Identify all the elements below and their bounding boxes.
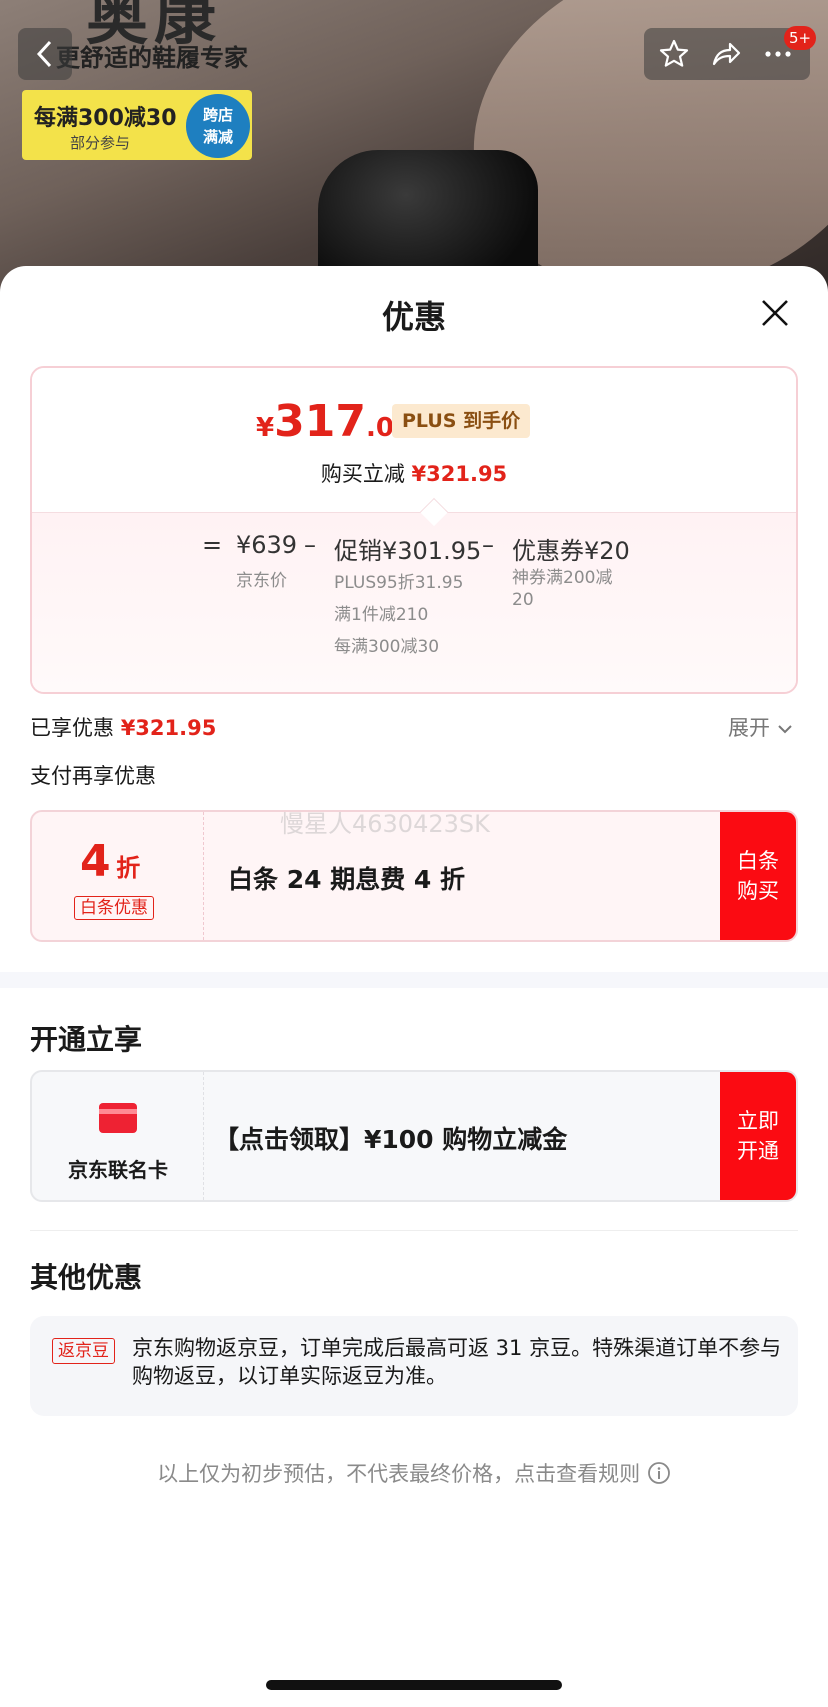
enjoyed-label: 已享优惠 [30, 716, 114, 740]
sheet-title: 优惠 [381, 298, 446, 336]
plus-price-tag: PLUS 到手价 [392, 404, 531, 438]
jd-price: ¥639 [236, 531, 298, 559]
jingdou-info-box: 返京豆 京东购物返京豆，订单完成后最高可返 31 京豆。特殊渠道订单不参与购物返… [30, 1316, 798, 1416]
notification-badge: 5+ [784, 26, 816, 50]
price-integer: 317 [274, 396, 366, 447]
baitiao-discount-badge: 4 折 白条优惠 [32, 812, 204, 940]
section-divider [0, 972, 828, 988]
baitiao-buy-button[interactable]: 白条 购买 [720, 812, 796, 940]
price-breakdown-card: ¥317.05 PLUS 到手价 购买立减 ¥321.95 = ¥639 京东价… [30, 366, 798, 694]
cobrand-card-name: 京东联名卡 [68, 1158, 168, 1182]
promo-details: PLUS95折31.95 满1件减210 每满300减30 [334, 567, 463, 663]
home-indicator [266, 1680, 562, 1690]
promo-sub-text: 部分参与 [70, 134, 131, 152]
rules-footnote[interactable]: 以上仅为初步预估，不代表最终价格，点击查看规则 [0, 1458, 828, 1488]
calc-equals: = [202, 531, 223, 559]
promo-badge: 每满300减30 部分参与 跨店 满减 [22, 90, 252, 160]
cobrand-desc-area: 【点击领取】¥100 购物立减金 [204, 1072, 720, 1200]
promo-circle: 跨店 满减 [186, 94, 250, 158]
other-section-title: 其他优惠 [30, 1261, 143, 1294]
baitiao-coupon[interactable]: 4 折 白条优惠 慢星人4630423SK 白条 24 期息费 4 折 白条 购… [30, 810, 798, 942]
baitiao-buy-line1: 白条 [737, 849, 779, 873]
credit-card-icon [99, 1103, 137, 1133]
promo-circle-line2: 满减 [202, 128, 233, 146]
open-now-line1: 立即 [737, 1109, 779, 1133]
close-icon[interactable] [758, 296, 792, 330]
promo-main-text: 每满300减30 [34, 106, 177, 131]
rules-footnote-text: 以上仅为初步预估，不代表最终价格，点击查看规则 [157, 1462, 641, 1486]
brand-slogan: 更舒适的鞋履专家 [56, 44, 248, 72]
info-icon [647, 1462, 670, 1484]
price-currency: ¥ [256, 413, 275, 443]
instant-reduce-line: 购买立减 ¥321.95 [32, 458, 796, 488]
watermark-text: 慢星人4630423SK [280, 810, 490, 838]
baitiao-desc: 白条 24 期息费 4 折 [228, 865, 466, 894]
promo-detail-item: PLUS95折31.95 [334, 573, 464, 593]
cobrand-desc: 【点击领取】¥100 购物立减金 [214, 1125, 568, 1154]
baitiao-desc-area: 慢星人4630423SK 白条 24 期息费 4 折 [204, 812, 720, 940]
cobrand-card-offer[interactable]: 京东联名卡 【点击领取】¥100 购物立减金 立即 开通 [30, 1070, 798, 1202]
coupon-detail-item: 神券满200减 [512, 568, 613, 588]
discount-number: 4 [80, 836, 111, 887]
baitiao-tag: 白条优惠 [74, 896, 154, 920]
enjoyed-discount: 已享优惠 ¥321.95 [30, 712, 216, 742]
promo-detail-item: 每满300减30 [334, 637, 440, 657]
jingdou-text: 京东购物返京豆，订单完成后最高可返 31 京豆。特殊渠道订单不参与购物返豆，以订… [132, 1336, 782, 1388]
open-section-title: 开通立享 [30, 1023, 143, 1056]
chevron-left-icon [36, 40, 52, 68]
promo-circle-line1: 跨店 [202, 106, 233, 124]
open-now-button[interactable]: 立即 开通 [720, 1072, 796, 1200]
coupon-amount: 优惠券¥20 [512, 537, 630, 565]
discount-unit: 折 [116, 854, 141, 882]
coupon-detail-item: 20 [512, 590, 534, 610]
expand-label: 展开 [728, 716, 770, 740]
price-summary: ¥317.05 PLUS 到手价 购买立减 ¥321.95 [32, 368, 796, 512]
cobrand-card-badge: 京东联名卡 [32, 1072, 204, 1200]
coupon-details: 神券满200减 20 [512, 567, 612, 611]
enjoyed-value: ¥321.95 [120, 716, 217, 740]
calc-minus-1: – [304, 531, 316, 559]
instant-reduce-value: ¥321.95 [411, 462, 508, 486]
baitiao-buy-line2: 购买 [737, 879, 779, 903]
discount-sheet: 优惠 ¥317.05 PLUS 到手价 购买立减 ¥321.95 = ¥639 … [0, 266, 828, 1707]
back-button[interactable] [18, 28, 72, 80]
promo-amount: 促销¥301.95 [334, 537, 482, 565]
divider-line [30, 1230, 798, 1231]
discount-value: 4 折 [80, 836, 140, 887]
open-now-line2: 开通 [737, 1139, 779, 1163]
final-price: ¥317.05 [256, 396, 412, 447]
instant-reduce-label: 购买立减 [320, 462, 405, 486]
calc-minus-2: – [482, 531, 494, 559]
expand-button[interactable]: 展开 [728, 712, 793, 742]
promo-detail-item: 满1件减210 [334, 605, 429, 625]
jd-price-label: 京东价 [236, 571, 287, 591]
jingdou-tag: 返京豆 [52, 1338, 115, 1364]
chevron-down-icon [777, 725, 792, 734]
share-icon[interactable] [710, 38, 742, 70]
pay-more-title: 支付再享优惠 [30, 764, 156, 788]
star-icon[interactable] [658, 38, 690, 70]
price-calculation: = ¥639 京东价 – 促销¥301.95 PLUS95折31.95 满1件减… [32, 512, 796, 692]
